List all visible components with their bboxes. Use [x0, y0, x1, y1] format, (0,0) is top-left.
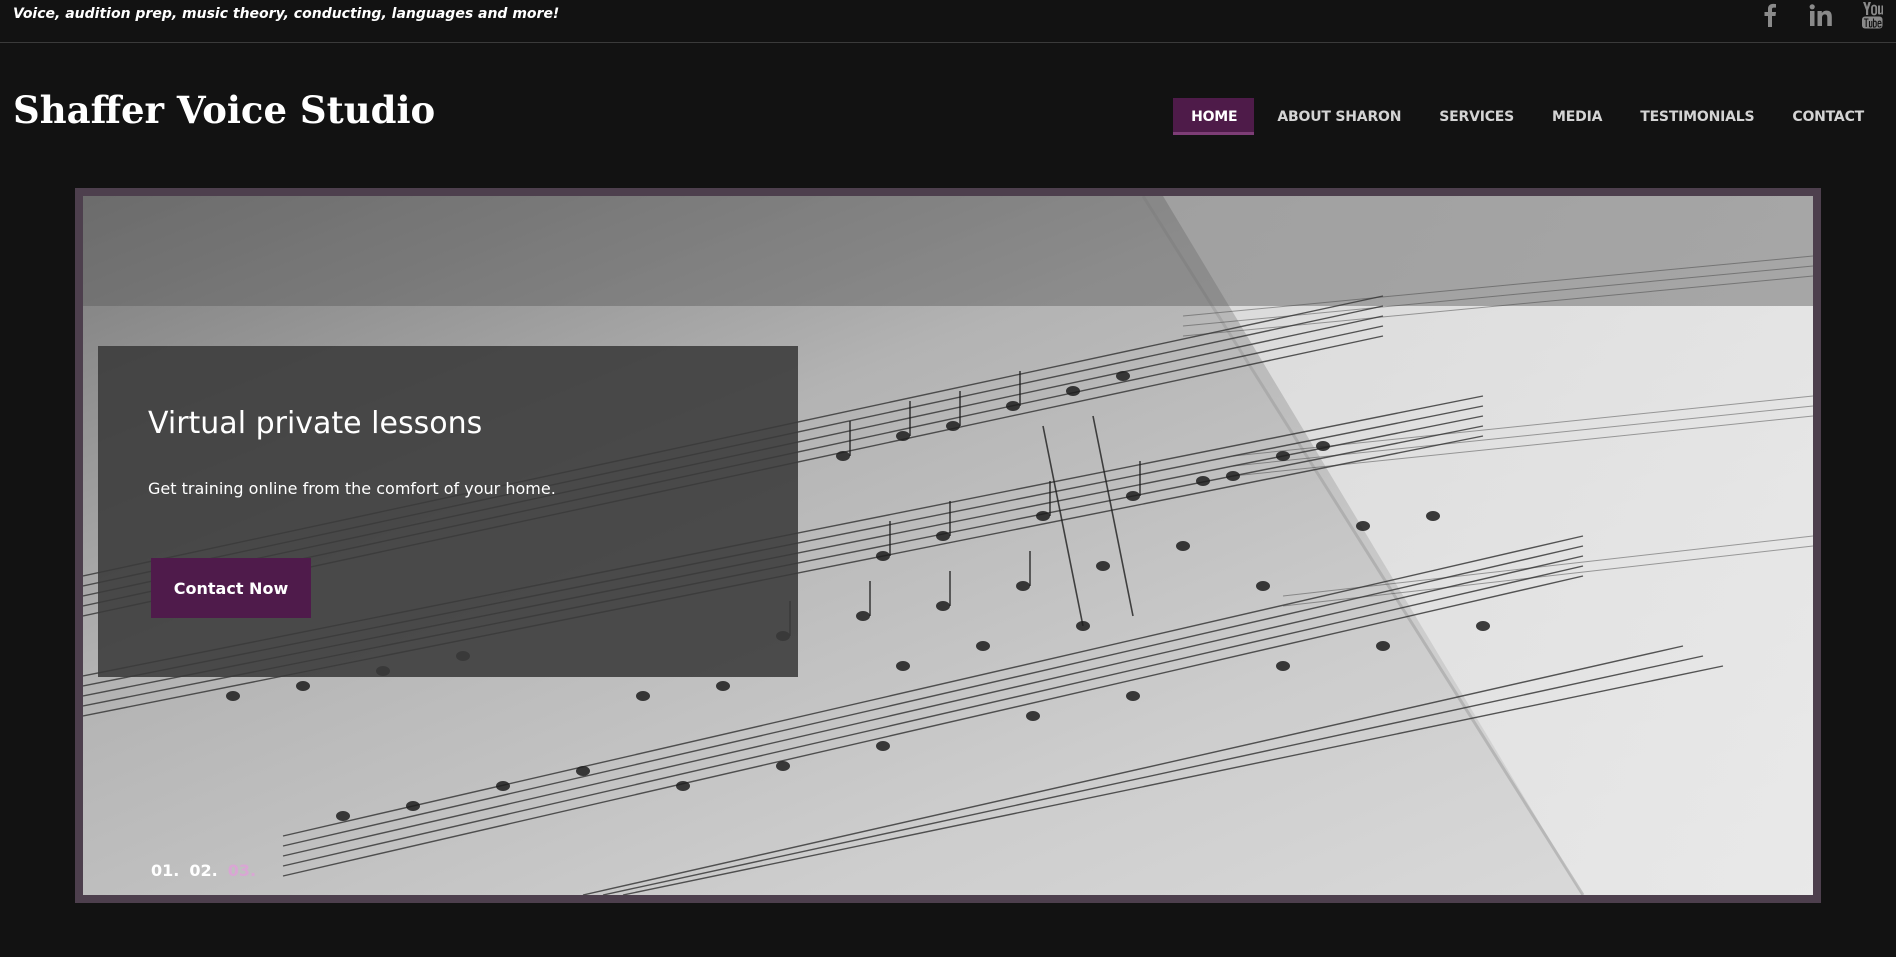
top-bar: Voice, audition prep, music theory, cond…	[0, 0, 1896, 43]
nav-media[interactable]: MEDIA	[1532, 98, 1620, 135]
hero-caption: Virtual private lessons Get training onl…	[98, 346, 798, 677]
facebook-icon	[1764, 3, 1776, 27]
hero-slide: Virtual private lessons Get training onl…	[83, 196, 1813, 895]
youtube-link[interactable]	[1858, 1, 1886, 29]
contact-now-button[interactable]: Contact Now	[151, 558, 311, 618]
nav-services[interactable]: SERVICES	[1419, 98, 1532, 135]
facebook-link[interactable]	[1756, 1, 1784, 29]
tagline: Voice, audition prep, music theory, cond…	[13, 6, 560, 22]
linkedin-icon	[1809, 4, 1832, 26]
main-nav: HOME ABOUT SHARON SERVICES MEDIA TESTIMO…	[1173, 98, 1882, 135]
site-logo-title[interactable]: Shaffer Voice Studio	[13, 88, 435, 132]
hero-slider: Virtual private lessons Get training onl…	[75, 188, 1821, 903]
nav-contact[interactable]: CONTACT	[1772, 98, 1882, 135]
hero-text: Get training online from the comfort of …	[148, 479, 556, 498]
pager-slide-3[interactable]: 03.	[228, 861, 256, 880]
slide-pager: 01. 02. 03.	[151, 861, 266, 880]
nav-about-sharon[interactable]: ABOUT SHARON	[1257, 98, 1419, 135]
nav-home[interactable]: HOME	[1173, 98, 1255, 135]
nav-testimonials[interactable]: TESTIMONIALS	[1620, 98, 1772, 135]
pager-slide-2[interactable]: 02.	[189, 861, 217, 880]
pager-slide-1[interactable]: 01.	[151, 861, 179, 880]
page: Voice, audition prep, music theory, cond…	[0, 0, 1896, 957]
youtube-icon	[1862, 2, 1883, 29]
hero-title: Virtual private lessons	[148, 406, 483, 441]
social-links	[1733, 0, 1886, 30]
linkedin-link[interactable]	[1807, 1, 1835, 29]
